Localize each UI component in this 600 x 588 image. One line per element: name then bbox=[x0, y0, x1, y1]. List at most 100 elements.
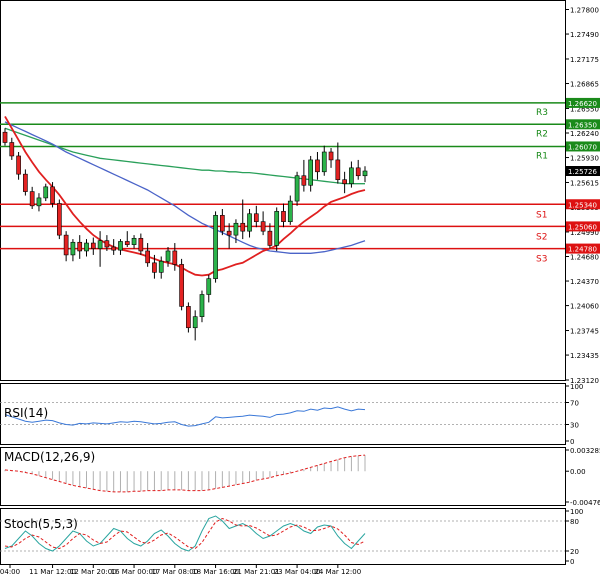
macd-tick-label: 0.00 bbox=[570, 468, 586, 476]
candle-bear bbox=[328, 151, 334, 161]
candle-bear bbox=[2, 131, 8, 143]
chart-root: 1.27800 1.27490 1.27175 1.26865 1.26550 1.262… bbox=[0, 0, 600, 584]
candle-bull bbox=[131, 237, 137, 245]
candle-bear bbox=[50, 186, 55, 204]
forex-chart: 1.278001.274901.271751.268651.265501.262… bbox=[0, 0, 600, 576]
price-tick-label: 1.25930 bbox=[570, 155, 599, 163]
candle-bull bbox=[118, 241, 123, 251]
candle-bull bbox=[43, 186, 49, 199]
candle-bear bbox=[267, 230, 273, 246]
candle-bull bbox=[97, 240, 103, 249]
level-price-label: 1.26620 bbox=[568, 100, 597, 108]
level-name-r3: R3 bbox=[536, 108, 548, 118]
candle-bear bbox=[111, 246, 117, 251]
time-tick-label: 11 Mar 12:00 bbox=[29, 568, 76, 576]
time-tick-label: 24 Mar 12:00 bbox=[314, 568, 361, 576]
candle-bull bbox=[274, 211, 280, 246]
price-tick-label: 1.23745 bbox=[570, 328, 599, 336]
candle-bull bbox=[247, 213, 252, 232]
candle-bear bbox=[226, 230, 232, 236]
candle-bear bbox=[301, 175, 307, 186]
level-price-label: 1.24780 bbox=[568, 246, 597, 254]
candle-bear bbox=[152, 262, 157, 273]
candle-bear bbox=[104, 240, 110, 248]
level-price-label: 1.25340 bbox=[568, 201, 597, 209]
candle-bear bbox=[172, 250, 178, 265]
candle-bull bbox=[362, 170, 368, 177]
level-price-label: 1.25060 bbox=[568, 223, 597, 231]
time-tick-label: 21 Mar 21:01 bbox=[233, 568, 280, 576]
pane-stoch bbox=[0, 508, 566, 565]
level-name-r2: R2 bbox=[536, 129, 548, 139]
price-tick-label: 1.27490 bbox=[570, 31, 599, 39]
candle-bull bbox=[308, 159, 313, 186]
candle-bear bbox=[315, 159, 320, 173]
price-tick-label: 1.24680 bbox=[570, 254, 599, 262]
candle-bull bbox=[165, 250, 171, 262]
stoch-tick-label: 80 bbox=[570, 518, 579, 526]
level-name-s1: S1 bbox=[536, 210, 547, 220]
candle-bull bbox=[287, 200, 293, 222]
candle-bull bbox=[70, 241, 76, 256]
time-tick-label: 04:00 bbox=[0, 568, 20, 576]
time-tick-label: 16 Mar 00:00 bbox=[111, 568, 158, 576]
rsi-tick-label: 100 bbox=[570, 383, 583, 391]
rsi-tick-label: 70 bbox=[570, 400, 579, 408]
price-tick-label: 1.25615 bbox=[570, 179, 599, 187]
stoch-tick-label: 20 bbox=[570, 548, 579, 556]
level-price-label: 1.26350 bbox=[568, 121, 597, 129]
level-name-r1: R1 bbox=[536, 151, 548, 161]
candle-bear bbox=[179, 264, 184, 307]
level-name-s3: S3 bbox=[536, 255, 547, 265]
level-price-label: 1.26070 bbox=[568, 143, 597, 151]
candle-bear bbox=[23, 173, 28, 192]
price-tick-label: 1.24370 bbox=[570, 278, 599, 286]
current-price-label: 1.25726 bbox=[568, 168, 597, 176]
candle-bull bbox=[294, 175, 300, 202]
candle-bear bbox=[77, 241, 83, 252]
candle-bull bbox=[84, 242, 89, 252]
time-tick-label: 18 Mar 16:00 bbox=[192, 568, 239, 576]
rsi-label: RSI(14) bbox=[4, 406, 48, 420]
candle-bear bbox=[186, 306, 191, 329]
candle-bull bbox=[206, 278, 212, 295]
rsi-tick-label: 0 bbox=[570, 438, 574, 446]
candle-bear bbox=[63, 234, 69, 256]
rsi-tick-label: 30 bbox=[570, 422, 579, 430]
candle-bear bbox=[57, 203, 62, 236]
price-tick-label: 1.27800 bbox=[570, 7, 599, 15]
candle-bear bbox=[9, 142, 15, 157]
macd-label: MACD(12,26,9) bbox=[4, 450, 95, 464]
candle-bull bbox=[192, 316, 198, 329]
price-tick-label: 1.24060 bbox=[570, 303, 599, 311]
macd-tick-label: 0.003285 bbox=[570, 447, 600, 455]
time-tick-label: 12 Mar 20:00 bbox=[70, 568, 117, 576]
candle-bear bbox=[253, 213, 259, 222]
stoch-label: Stoch(5,5,3) bbox=[4, 517, 78, 531]
candle-bear bbox=[90, 242, 96, 249]
price-tick-label: 1.26240 bbox=[570, 130, 599, 138]
candle-bear bbox=[29, 191, 35, 207]
macd-tick-label: -0.004769 bbox=[570, 499, 600, 507]
candle-bear bbox=[220, 215, 225, 232]
candle-bull bbox=[158, 260, 164, 273]
candle-bear bbox=[16, 155, 21, 175]
candle-bear bbox=[240, 222, 246, 232]
price-tick-label: 1.23435 bbox=[570, 352, 599, 360]
stoch-tick-label: 100 bbox=[570, 508, 583, 516]
candle-bull bbox=[349, 167, 354, 184]
candle-bear bbox=[138, 237, 144, 252]
candle-bull bbox=[199, 294, 205, 317]
candle-bull bbox=[233, 222, 239, 236]
candle-bear bbox=[342, 179, 347, 184]
pane-main bbox=[0, 0, 566, 381]
price-tick-label: 1.27175 bbox=[570, 56, 599, 64]
candle-bear bbox=[260, 221, 266, 232]
level-name-s2: S2 bbox=[536, 232, 547, 242]
candle-bull bbox=[213, 215, 218, 279]
candle-bear bbox=[355, 167, 361, 177]
stoch-tick-label: 0 bbox=[570, 558, 574, 566]
candle-bear bbox=[124, 241, 130, 245]
candle-bear bbox=[145, 250, 150, 264]
time-tick-label: 23 Mar 04:00 bbox=[274, 568, 321, 576]
